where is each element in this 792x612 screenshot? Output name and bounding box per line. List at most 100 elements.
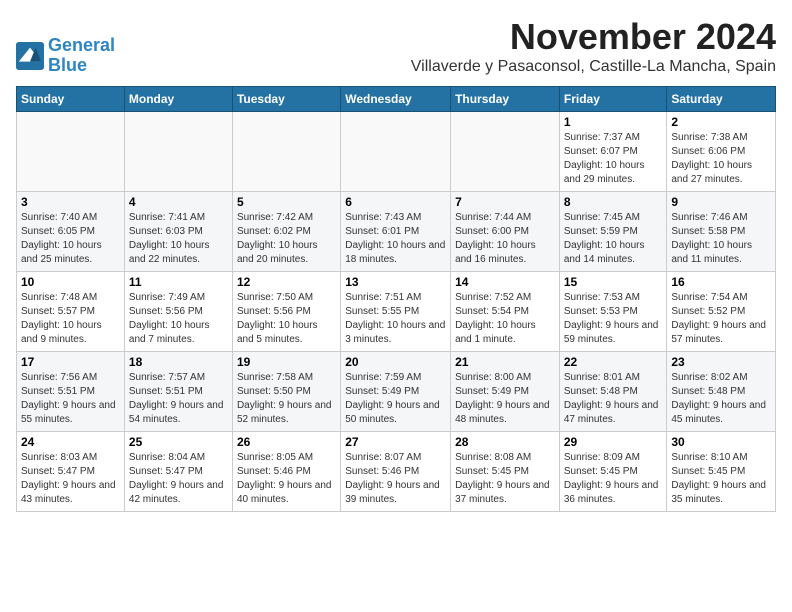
day-number: 22 [564, 355, 663, 369]
day-number: 15 [564, 275, 663, 289]
calendar-cell: 5 Sunrise: 7:42 AM Sunset: 6:02 PM Daylig… [232, 192, 340, 272]
day-number: 10 [21, 275, 120, 289]
calendar-cell: 9 Sunrise: 7:46 AM Sunset: 5:58 PM Daylig… [667, 192, 776, 272]
day-number: 21 [455, 355, 555, 369]
day-number: 5 [237, 195, 336, 209]
day-info: Sunrise: 8:09 AM Sunset: 5:45 PM Dayligh… [564, 451, 663, 507]
day-info: Sunrise: 7:58 AM Sunset: 5:50 PM Dayligh… [237, 371, 336, 427]
day-info: Sunrise: 7:46 AM Sunset: 5:58 PM Dayligh… [671, 211, 771, 267]
day-number: 14 [455, 275, 555, 289]
day-info: Sunrise: 8:05 AM Sunset: 5:46 PM Dayligh… [237, 451, 336, 507]
top-row: General Blue November 2024 Villaverde y … [16, 16, 776, 80]
weekday-header: Wednesday [341, 87, 451, 112]
calendar-cell: 28Sunrise: 8:08 AM Sunset: 5:45 PM Dayli… [451, 432, 560, 512]
weekday-header: Sunday [17, 87, 125, 112]
day-info: Sunrise: 7:40 AM Sunset: 6:05 PM Dayligh… [21, 211, 120, 267]
day-info: Sunrise: 8:02 AM Sunset: 5:48 PM Dayligh… [671, 371, 771, 427]
day-info: Sunrise: 7:37 AM Sunset: 6:07 PM Dayligh… [564, 131, 663, 187]
calendar-cell: 20 Sunrise: 7:59 AM Sunset: 5:49 PM Dayli… [341, 352, 451, 432]
logo-icon [16, 42, 44, 70]
calendar-cell: 24 Sunrise: 8:03 AM Sunset: 5:47 PM Dayli… [17, 432, 125, 512]
logo-line2: Blue [48, 55, 87, 75]
calendar-cell [341, 112, 451, 192]
day-info: Sunrise: 7:42 AM Sunset: 6:02 PM Dayligh… [237, 211, 336, 267]
calendar-cell: 8 Sunrise: 7:45 AM Sunset: 5:59 PM Daylig… [559, 192, 667, 272]
day-number: 17 [21, 355, 120, 369]
calendar-week-row: 24 Sunrise: 8:03 AM Sunset: 5:47 PM Dayli… [17, 432, 776, 512]
calendar-cell: 29 Sunrise: 8:09 AM Sunset: 5:45 PM Dayli… [559, 432, 667, 512]
day-info: Sunrise: 7:50 AM Sunset: 5:56 PM Dayligh… [237, 291, 336, 347]
day-info: Sunrise: 7:51 AM Sunset: 5:55 PM Dayligh… [345, 291, 446, 347]
calendar-cell: 17 Sunrise: 7:56 AM Sunset: 5:51 PM Dayli… [17, 352, 125, 432]
calendar-cell [124, 112, 232, 192]
day-number: 8 [564, 195, 663, 209]
day-number: 30 [671, 435, 771, 449]
day-info: Sunrise: 8:00 AM Sunset: 5:49 PM Dayligh… [455, 371, 555, 427]
calendar-cell: 23 Sunrise: 8:02 AM Sunset: 5:48 PM Dayli… [667, 352, 776, 432]
day-info: Sunrise: 8:03 AM Sunset: 5:47 PM Dayligh… [21, 451, 120, 507]
weekday-header: Monday [124, 87, 232, 112]
day-info: Sunrise: 8:04 AM Sunset: 5:47 PM Dayligh… [129, 451, 228, 507]
day-info: Sunrise: 7:41 AM Sunset: 6:03 PM Dayligh… [129, 211, 228, 267]
calendar-cell: 16 Sunrise: 7:54 AM Sunset: 5:52 PM Dayli… [667, 272, 776, 352]
day-number: 18 [129, 355, 228, 369]
weekday-header: Thursday [451, 87, 560, 112]
calendar-cell: 13Sunrise: 7:51 AM Sunset: 5:55 PM Dayli… [341, 272, 451, 352]
day-number: 29 [564, 435, 663, 449]
day-info: Sunrise: 8:01 AM Sunset: 5:48 PM Dayligh… [564, 371, 663, 427]
day-info: Sunrise: 8:08 AM Sunset: 5:45 PM Dayligh… [455, 451, 555, 507]
day-number: 1 [564, 115, 663, 129]
day-number: 7 [455, 195, 555, 209]
day-info: Sunrise: 7:56 AM Sunset: 5:51 PM Dayligh… [21, 371, 120, 427]
day-info: Sunrise: 7:49 AM Sunset: 5:56 PM Dayligh… [129, 291, 228, 347]
calendar-cell: 7 Sunrise: 7:44 AM Sunset: 6:00 PM Daylig… [451, 192, 560, 272]
calendar-cell: 10Sunrise: 7:48 AM Sunset: 5:57 PM Dayli… [17, 272, 125, 352]
header-row: SundayMondayTuesdayWednesdayThursdayFrid… [17, 87, 776, 112]
day-number: 11 [129, 275, 228, 289]
day-info: Sunrise: 7:54 AM Sunset: 5:52 PM Dayligh… [671, 291, 771, 347]
calendar-cell [17, 112, 125, 192]
weekday-header: Tuesday [232, 87, 340, 112]
calendar-week-row: 17 Sunrise: 7:56 AM Sunset: 5:51 PM Dayli… [17, 352, 776, 432]
weekday-header: Saturday [667, 87, 776, 112]
day-number: 24 [21, 435, 120, 449]
calendar-cell: 22 Sunrise: 8:01 AM Sunset: 5:48 PM Dayli… [559, 352, 667, 432]
day-info: Sunrise: 7:43 AM Sunset: 6:01 PM Dayligh… [345, 211, 446, 267]
day-number: 16 [671, 275, 771, 289]
calendar-cell: 1 Sunrise: 7:37 AM Sunset: 6:07 PM Daylig… [559, 112, 667, 192]
calendar-cell: 6 Sunrise: 7:43 AM Sunset: 6:01 PM Daylig… [341, 192, 451, 272]
day-info: Sunrise: 7:45 AM Sunset: 5:59 PM Dayligh… [564, 211, 663, 267]
calendar-cell: 12 Sunrise: 7:50 AM Sunset: 5:56 PM Dayli… [232, 272, 340, 352]
calendar-cell: 26 Sunrise: 8:05 AM Sunset: 5:46 PM Dayli… [232, 432, 340, 512]
day-number: 12 [237, 275, 336, 289]
day-number: 27 [345, 435, 446, 449]
day-number: 6 [345, 195, 446, 209]
location-title: Villaverde y Pasaconsol, Castille-La Man… [411, 58, 776, 76]
day-info: Sunrise: 8:10 AM Sunset: 5:45 PM Dayligh… [671, 451, 771, 507]
calendar-header: SundayMondayTuesdayWednesdayThursdayFrid… [17, 87, 776, 112]
calendar-table: SundayMondayTuesdayWednesdayThursdayFrid… [16, 86, 776, 512]
calendar-cell: 19 Sunrise: 7:58 AM Sunset: 5:50 PM Dayli… [232, 352, 340, 432]
day-number: 19 [237, 355, 336, 369]
day-info: Sunrise: 7:38 AM Sunset: 6:06 PM Dayligh… [671, 131, 771, 187]
day-number: 25 [129, 435, 228, 449]
calendar-cell [451, 112, 560, 192]
calendar-week-row: 3 Sunrise: 7:40 AM Sunset: 6:05 PM Daylig… [17, 192, 776, 272]
calendar-week-row: 10Sunrise: 7:48 AM Sunset: 5:57 PM Dayli… [17, 272, 776, 352]
day-number: 4 [129, 195, 228, 209]
day-info: Sunrise: 7:57 AM Sunset: 5:51 PM Dayligh… [129, 371, 228, 427]
calendar-cell: 14Sunrise: 7:52 AM Sunset: 5:54 PM Dayli… [451, 272, 560, 352]
day-number: 9 [671, 195, 771, 209]
day-number: 2 [671, 115, 771, 129]
day-number: 3 [21, 195, 120, 209]
day-info: Sunrise: 7:59 AM Sunset: 5:49 PM Dayligh… [345, 371, 446, 427]
calendar-cell: 18 Sunrise: 7:57 AM Sunset: 5:51 PM Dayli… [124, 352, 232, 432]
day-number: 20 [345, 355, 446, 369]
calendar-cell: 15Sunrise: 7:53 AM Sunset: 5:53 PM Dayli… [559, 272, 667, 352]
day-number: 26 [237, 435, 336, 449]
calendar-cell: 2 Sunrise: 7:38 AM Sunset: 6:06 PM Daylig… [667, 112, 776, 192]
day-number: 23 [671, 355, 771, 369]
day-info: Sunrise: 7:44 AM Sunset: 6:00 PM Dayligh… [455, 211, 555, 267]
title-section: November 2024 Villaverde y Pasaconsol, C… [411, 16, 776, 76]
calendar-cell: 21 Sunrise: 8:00 AM Sunset: 5:49 PM Dayli… [451, 352, 560, 432]
